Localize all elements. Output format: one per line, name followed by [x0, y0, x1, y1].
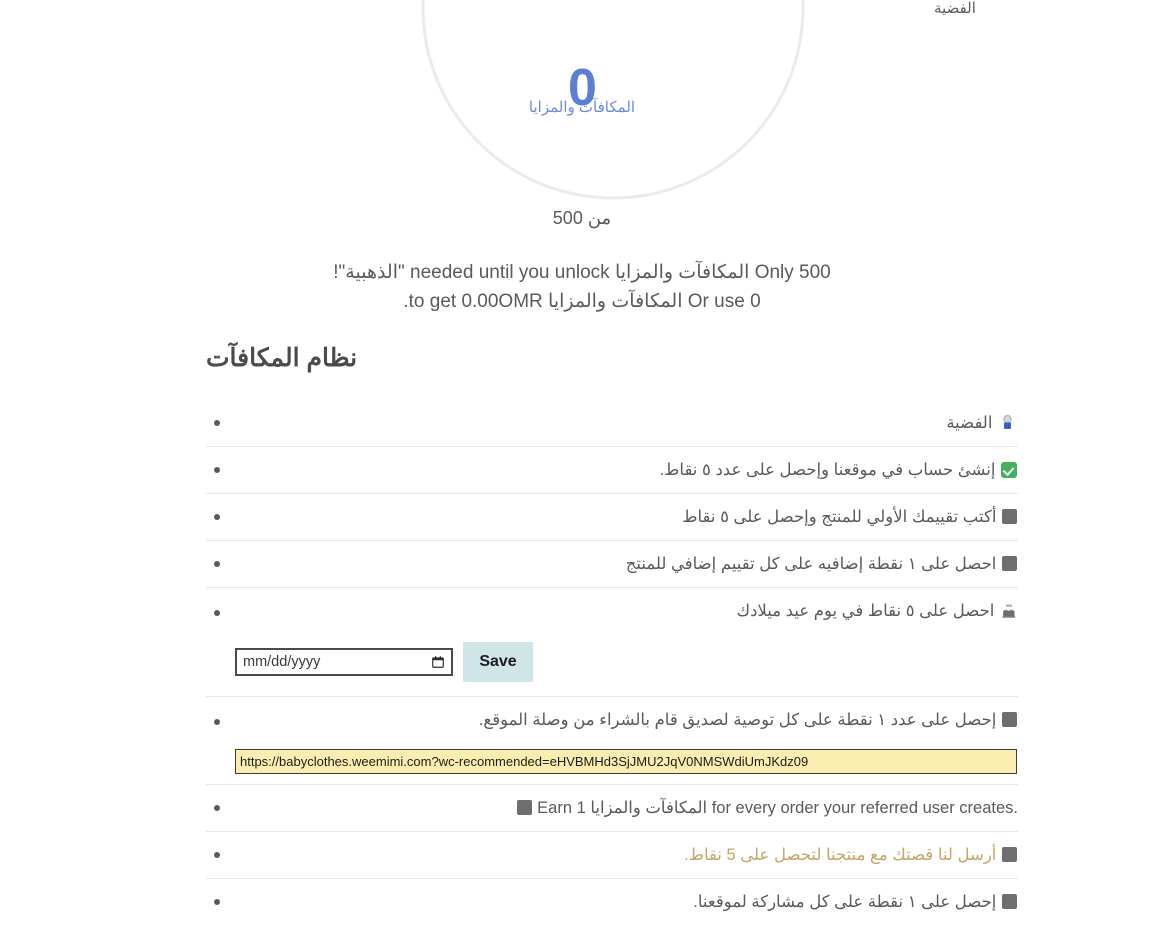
list-bullet	[214, 514, 220, 520]
list-bullet	[214, 899, 220, 905]
save-button[interactable]: Save	[463, 642, 533, 682]
list-bullet	[214, 561, 220, 567]
reward-row-signup: إنشئ حساب في موقعنا وإحصل على عدد ٥ نقاط…	[235, 447, 1018, 493]
birthday-form: mm/dd/yyyy Save	[235, 634, 1018, 696]
green-check-icon	[1001, 462, 1017, 478]
gauge-arc-icon	[421, 0, 805, 200]
reward-row-referral: إحصل على عدد ١ نقطة على كل توصية لصديق ق…	[235, 697, 1018, 743]
birthday-cake-icon	[1002, 604, 1016, 618]
gauge-max-label: من 500	[552, 208, 612, 228]
list-item: إنشئ حساب في موقعنا وإحصل على عدد ٥ نقاط…	[206, 447, 1018, 494]
page-title: نظام المكافآت	[206, 344, 358, 372]
reward-text: احصل على ٥ نقاط في يوم عيد ميلادك	[736, 602, 995, 620]
list-item: إحصل على ١ نقطة على كل مشاركة لموقعنا.	[206, 879, 1018, 925]
unlock-message: Only 500 المكافآت والمزايا needed until …	[0, 258, 1164, 316]
calendar-icon[interactable]	[431, 655, 445, 669]
unlock-message-line-2: Or use 0 المكافآت والمزايا to get 0.00OM…	[403, 291, 761, 312]
date-placeholder-text: mm/dd/yyyy	[243, 654, 321, 670]
reward-text: الفضية	[946, 414, 993, 432]
list-bullet	[214, 610, 220, 616]
birthday-date-input[interactable]: mm/dd/yyyy	[235, 648, 453, 676]
list-item: احصل على ١ نقطة إضافيه على كل تقييم إضاف…	[206, 541, 1018, 588]
reward-row-birthday: احصل على ٥ نقاط في يوم عيد ميلادك	[235, 588, 1018, 634]
referral-url-input[interactable]: https://babyclothes.weemimi.com?wc-recom…	[235, 749, 1017, 774]
list-bullet	[214, 719, 220, 725]
list-bullet	[214, 420, 220, 426]
reward-row-first-review: أكتب تقييمك الأولي للمنتج وإحصل على ٥ نق…	[235, 494, 1018, 540]
reward-text: Earn 1 المكافآت والمزايا for every order…	[537, 799, 1018, 817]
list-item-birthday: احصل على ٥ نقاط في يوم عيد ميلادك mm/dd/…	[206, 588, 1018, 697]
story-submit-link[interactable]: أرسل لنا قصتك مع منتجنا لتحصل على 5 نقاط…	[684, 846, 996, 864]
reward-text: إحصل على ١ نقطة على كل مشاركة لموقعنا.	[693, 893, 997, 911]
reward-row-tier: الفضية	[235, 400, 1018, 446]
missing-glyph-icon	[1002, 847, 1017, 862]
reward-row-referral-order: Earn 1 المكافآت والمزايا for every order…	[235, 785, 1018, 831]
missing-glyph-icon	[1002, 712, 1017, 727]
list-item: أرسل لنا قصتك مع منتجنا لتحصل على 5 نقاط…	[206, 832, 1018, 879]
points-gauge: 0 المكافآت والمزايا من 500	[0, 0, 1164, 240]
missing-glyph-icon	[1002, 509, 1017, 524]
list-bullet	[214, 467, 220, 473]
list-item: الفضية	[206, 400, 1018, 447]
reward-row-share: إحصل على ١ نقطة على كل مشاركة لموقعنا.	[235, 879, 1018, 925]
reward-text: احصل على ١ نقطة إضافيه على كل تقييم إضاف…	[625, 555, 997, 573]
list-bullet	[214, 852, 220, 858]
reward-text: إنشئ حساب في موقعنا وإحصل على عدد ٥ نقاط…	[659, 461, 996, 479]
list-item-referral: إحصل على عدد ١ نقطة على كل توصية لصديق ق…	[206, 697, 1018, 785]
reward-text: أكتب تقييمك الأولي للمنتج وإحصل على ٥ نق…	[682, 508, 997, 526]
reward-text: إحصل على عدد ١ نقطة على كل توصية لصديق ق…	[478, 711, 997, 729]
missing-glyph-icon	[1002, 894, 1017, 909]
list-item: أكتب تقييمك الأولي للمنتج وإحصل على ٥ نق…	[206, 494, 1018, 541]
unlock-message-line-1: Only 500 المكافآت والمزايا needed until …	[333, 262, 831, 283]
missing-glyph-icon	[516, 800, 532, 815]
rewards-list: الفضية إنشئ حساب في موقعنا وإحصل على عدد…	[206, 400, 1018, 925]
silver-trophy-icon	[1003, 414, 1012, 429]
reward-row-extra-review: احصل على ١ نقطة إضافيه على كل تقييم إضاف…	[235, 541, 1018, 587]
missing-glyph-icon	[1002, 556, 1017, 571]
list-bullet	[214, 805, 220, 811]
list-item: Earn 1 المكافآت والمزايا for every order…	[206, 785, 1018, 832]
reward-row-story: أرسل لنا قصتك مع منتجنا لتحصل على 5 نقاط…	[235, 832, 1018, 878]
